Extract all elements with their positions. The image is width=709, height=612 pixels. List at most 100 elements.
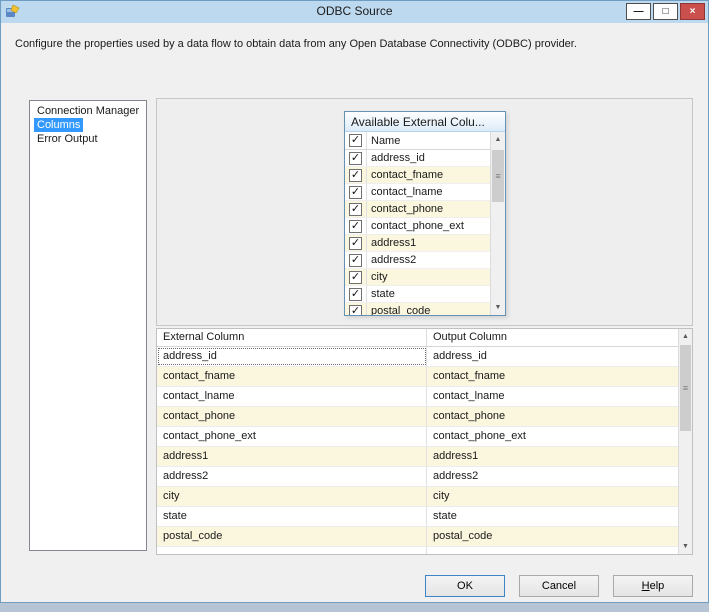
external-column-cell[interactable]: contact_phone [157,407,427,426]
output-column-cell[interactable]: address_id [427,347,678,366]
available-column-name: address2 [371,254,417,266]
minimize-button[interactable]: — [626,3,651,20]
checkbox-cell: ✓ [345,218,367,234]
column-checkbox[interactable]: ✓ [349,151,362,165]
table-row[interactable]: contact_lname contact_lname [157,387,678,407]
scroll-up-arrow[interactable]: ▲ [679,329,692,344]
column-checkbox[interactable]: ✓ [349,236,362,250]
available-column-row[interactable]: ✓ postal_code [345,303,490,315]
output-column-cell [427,547,678,554]
table-row[interactable]: address_id address_id [157,347,678,367]
output-column-cell[interactable]: contact_phone [427,407,678,426]
column-checkbox[interactable]: ✓ [349,202,362,216]
output-column-cell[interactable]: contact_lname [427,387,678,406]
cancel-button[interactable]: Cancel [519,575,599,597]
sidebar-item-columns[interactable]: Columns [30,118,146,132]
available-column-row[interactable]: ✓ address_id [345,150,490,167]
output-column-cell[interactable]: contact_fname [427,367,678,386]
sidebar-item-error-output[interactable]: Error Output [30,132,146,146]
sidebar-item-label: Columns [34,118,84,132]
table-row[interactable]: address1 address1 [157,447,678,467]
available-column-name: contact_phone_ext [371,220,464,232]
table-row[interactable]: contact_fname contact_fname [157,367,678,387]
window-title: ODBC Source [316,4,393,18]
column-checkbox[interactable]: ✓ [349,270,362,284]
table-row[interactable]: contact_phone_ext contact_phone_ext [157,427,678,447]
external-column-cell[interactable]: contact_phone_ext [157,427,427,446]
available-column-name: postal_code [371,305,431,315]
external-column-cell[interactable]: address2 [157,467,427,486]
checkbox-cell: ✓ [345,150,367,166]
sidebar-item-label: Error Output [37,133,98,145]
scroll-down-arrow[interactable]: ▼ [679,539,692,554]
checkbox-cell: ✓ [345,252,367,268]
available-column-row[interactable]: ✓ state [345,286,490,303]
external-column-cell[interactable]: contact_fname [157,367,427,386]
available-column-row[interactable]: ✓ contact_fname [345,167,490,184]
maximize-button[interactable]: □ [653,3,678,20]
available-column-row[interactable]: ✓ contact_phone_ext [345,218,490,235]
sidebar-item-connection-manager[interactable]: Connection Manager [30,104,146,118]
scroll-grip-icon: ≡ [495,170,501,181]
select-all-checkbox[interactable]: ✓ [349,134,362,147]
table-row[interactable]: state state [157,507,678,527]
external-column-cell[interactable]: postal_code [157,527,427,546]
table-row[interactable]: city city [157,487,678,507]
name-column-header: Name [371,134,401,147]
column-checkbox[interactable]: ✓ [349,304,362,315]
table-row[interactable]: address2 address2 [157,467,678,487]
available-column-name: address1 [371,237,417,249]
checkbox-cell: ✓ [345,235,367,251]
available-column-row[interactable]: ✓ contact_lname [345,184,490,201]
close-button[interactable]: × [680,3,705,20]
dialog-footer: OK Cancel Help [425,575,693,597]
odbc-source-dialog: ODBC Source — □ × Configure the properti… [0,0,709,603]
scroll-thumb[interactable]: ≡ [680,345,691,431]
available-column-row[interactable]: ✓ city [345,269,490,286]
table-row[interactable]: postal_code postal_code [157,527,678,547]
column-checkbox[interactable]: ✓ [349,219,362,233]
scroll-down-arrow[interactable]: ▼ [491,300,505,315]
available-column-row[interactable]: ✓ address2 [345,252,490,269]
output-column-header[interactable]: Output Column [427,329,692,346]
column-checkbox[interactable]: ✓ [349,185,362,199]
select-all-checkbox-cell: ✓ [345,132,367,149]
scroll-thumb[interactable]: ≡ [492,150,504,202]
available-columns-title: Available External Colu... [345,112,505,132]
table-row-clipped [157,547,678,554]
available-columns-header: ✓ Name [345,132,490,150]
available-external-columns-panel[interactable]: Available External Colu... ✓ Name ✓ addre… [344,111,506,316]
available-column-row[interactable]: ✓ address1 [345,235,490,252]
scroll-up-arrow[interactable]: ▲ [491,132,505,147]
scroll-grip-icon: ≡ [682,382,689,393]
output-column-cell[interactable]: state [427,507,678,526]
external-column-cell[interactable]: address_id [157,347,427,366]
column-checkbox[interactable]: ✓ [349,253,362,267]
ok-button[interactable]: OK [425,575,505,597]
mapping-table-scrollbar[interactable]: ▲ ≡ ▼ [678,329,692,554]
output-column-cell[interactable]: city [427,487,678,506]
output-column-cell[interactable]: postal_code [427,527,678,546]
checkbox-cell: ✓ [345,269,367,285]
external-column-cell[interactable]: state [157,507,427,526]
output-column-cell[interactable]: contact_phone_ext [427,427,678,446]
available-column-row[interactable]: ✓ contact_phone [345,201,490,218]
external-column-cell[interactable]: city [157,487,427,506]
external-column-header[interactable]: External Column [157,329,427,346]
available-columns-list: ✓ Name ✓ address_id ✓ contact_fname ✓ contact… [345,132,505,315]
column-checkbox[interactable]: ✓ [349,168,362,182]
table-row[interactable]: contact_phone contact_phone [157,407,678,427]
available-columns-scrollbar[interactable]: ▲ ≡ ▼ [490,132,505,315]
help-button[interactable]: Help [613,575,693,597]
help-label-rest: elp [649,580,665,592]
available-column-name: city [371,271,388,283]
external-column-cell[interactable]: address1 [157,447,427,466]
external-column-cell[interactable]: contact_lname [157,387,427,406]
pages-list[interactable]: Connection Manager Columns Error Output [29,100,147,551]
output-column-cell[interactable]: address1 [427,447,678,466]
title-bar[interactable]: ODBC Source — □ × [1,1,708,23]
available-column-name: contact_phone [371,203,444,215]
column-checkbox[interactable]: ✓ [349,287,362,301]
output-column-cell[interactable]: address2 [427,467,678,486]
checkbox-cell: ✓ [345,201,367,217]
